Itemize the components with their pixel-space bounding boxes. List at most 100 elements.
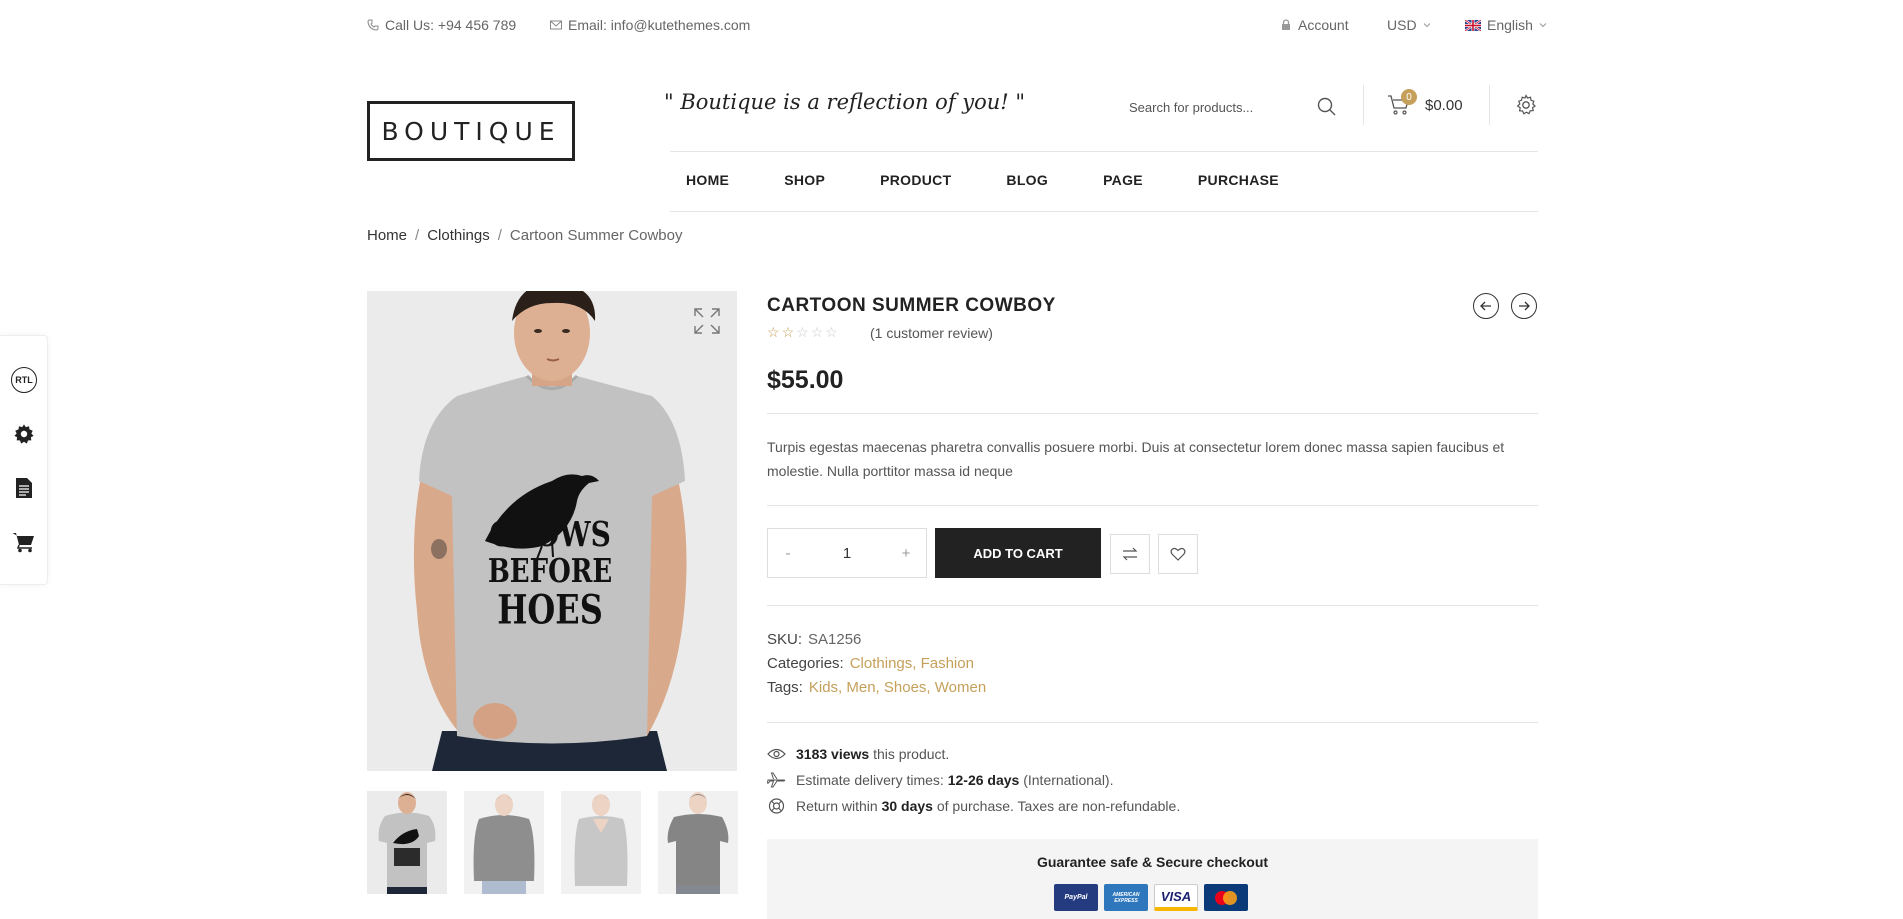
quantity-stepper: - + — [767, 528, 927, 578]
return-suffix: of purchase. Taxes are non-refundable. — [936, 798, 1181, 814]
payment-cards: PayPal AMERICAN EXPRESS VISA — [1054, 884, 1248, 911]
review-count-link[interactable]: (1 customer review) — [870, 325, 993, 341]
divider — [767, 413, 1538, 414]
nav-page[interactable]: PAGE — [1103, 172, 1143, 188]
breadcrumb-home[interactable]: Home — [367, 227, 407, 244]
amex-logo: AMERICAN EXPRESS — [1104, 884, 1148, 911]
header-divider — [1489, 85, 1490, 125]
cart-count-badge: 0 — [1401, 89, 1417, 105]
product-price: $55.00 — [767, 366, 844, 394]
phone-icon — [367, 19, 379, 31]
account-label: Account — [1298, 17, 1349, 33]
divider — [767, 605, 1538, 606]
expand-icon[interactable] — [693, 307, 721, 335]
mastercard-icon — [1215, 890, 1237, 905]
breadcrumb-separator: / — [415, 227, 420, 244]
compare-icon — [1122, 547, 1138, 561]
eye-icon — [767, 748, 786, 760]
star-icon: ☆ — [825, 324, 840, 340]
shirt-print-text: CROWS BEFORE HOES — [487, 513, 613, 634]
product-thumbnail[interactable] — [658, 791, 738, 894]
breadcrumb: Home / Clothings / Cartoon Summer Cowboy — [367, 227, 682, 244]
delivery-prefix: Estimate delivery times: — [796, 772, 944, 788]
side-toolbar: RTL — [0, 335, 48, 585]
categories-row: Categories: Clothings, Fashion — [767, 655, 974, 672]
mastercard-logo — [1204, 884, 1248, 911]
tags-label: Tags: — [767, 679, 803, 696]
cart-button[interactable]: 0 $0.00 — [1387, 89, 1463, 118]
thumbnail-image — [464, 791, 544, 894]
quantity-input[interactable] — [808, 544, 886, 562]
product-thumbnail[interactable] — [464, 791, 544, 894]
next-product-button[interactable] — [1511, 293, 1537, 319]
cart-total: $0.00 — [1425, 96, 1463, 114]
search-icon[interactable] — [1315, 95, 1339, 119]
top-bar: Call Us: +94 456 789 Email: info@kutethe… — [367, 0, 1547, 50]
product-description: Turpis egestas maecenas pharetra convall… — [767, 439, 1505, 479]
wishlist-button[interactable] — [1158, 534, 1198, 574]
visa-logo: VISA — [1154, 884, 1198, 911]
tags-row: Tags: Kids, Men, Shoes, Women — [767, 679, 986, 696]
site-logo[interactable]: BOUTIQUE — [367, 101, 575, 161]
document-tool[interactable] — [10, 474, 38, 502]
secure-checkout-box: Guarantee safe & Secure checkout PayPal … — [767, 839, 1538, 919]
mail-icon — [550, 20, 562, 30]
return-prefix: Return within — [796, 798, 878, 814]
settings-gear-icon[interactable] — [1514, 93, 1538, 117]
nav-shop[interactable]: SHOP — [784, 172, 825, 188]
views-count: 3183 views — [796, 746, 870, 762]
header-divider — [1363, 85, 1364, 125]
arrow-right-icon — [1519, 301, 1530, 311]
currency-label: USD — [1387, 17, 1417, 33]
thumbnail-image — [658, 791, 738, 894]
paypal-logo: PayPal — [1054, 884, 1098, 911]
tagline: " Boutique is a reflection of you! " — [664, 90, 1026, 114]
tags-links[interactable]: Kids, Men, Shoes, Women — [809, 679, 986, 696]
phone-text: Call Us: +94 456 789 — [385, 17, 517, 33]
nav-blog[interactable]: BLOG — [1006, 172, 1048, 188]
phone-info: Call Us: +94 456 789 — [367, 17, 516, 33]
header-nav-divider — [670, 151, 1538, 152]
nav-purchase[interactable]: PURCHASE — [1198, 172, 1279, 188]
sku-label: SKU: — [767, 631, 803, 648]
arrow-left-icon — [1480, 301, 1491, 311]
lock-icon — [1282, 19, 1290, 30]
categories-label: Categories: — [767, 655, 844, 672]
secure-checkout-title: Guarantee safe & Secure checkout — [1036, 854, 1269, 870]
views-suffix: this product. — [873, 746, 950, 762]
uk-flag-icon — [1465, 19, 1481, 31]
gear-icon — [14, 424, 34, 444]
search-input[interactable] — [1129, 95, 1309, 119]
delivery-days: 12-26 days — [947, 772, 1020, 788]
sku-value: SA1256 — [808, 631, 862, 648]
categories-links[interactable]: Clothings, Fashion — [850, 655, 974, 672]
account-link[interactable]: Account — [1280, 17, 1349, 33]
divider — [767, 505, 1538, 506]
star-icon: ☆ — [781, 324, 797, 340]
nav-home[interactable]: HOME — [686, 172, 729, 188]
product-thumbnail[interactable] — [367, 791, 447, 894]
language-select[interactable]: English — [1465, 17, 1547, 33]
document-icon — [16, 478, 32, 498]
qty-increase-button[interactable]: + — [886, 545, 926, 562]
sku-row: SKU: SA1256 — [767, 631, 861, 648]
nav-bottom-divider — [670, 211, 1538, 212]
compare-button[interactable] — [1110, 534, 1150, 574]
currency-select[interactable]: USD — [1387, 17, 1431, 33]
rtl-toggle[interactable]: RTL — [10, 366, 38, 394]
product-main-image[interactable]: CROWS BEFORE HOES — [367, 291, 737, 771]
breadcrumb-separator: / — [497, 227, 502, 244]
return-info: Return within 30 days of purchase. Taxes… — [767, 798, 1180, 814]
prev-product-button[interactable] — [1473, 293, 1499, 319]
email-info: Email: info@kutethemes.com — [550, 17, 750, 33]
product-thumbnail[interactable] — [561, 791, 641, 894]
qty-decrease-button[interactable]: - — [768, 545, 808, 562]
language-label: English — [1487, 17, 1533, 33]
breadcrumb-category[interactable]: Clothings — [427, 227, 490, 244]
add-to-cart-button[interactable]: ADD TO CART — [935, 528, 1101, 578]
cart-tool[interactable] — [10, 528, 38, 556]
email-text: Email: info@kutethemes.com — [568, 17, 751, 33]
return-days: 30 days — [881, 798, 933, 814]
nav-product[interactable]: PRODUCT — [880, 172, 951, 188]
settings-tool[interactable] — [10, 420, 38, 448]
